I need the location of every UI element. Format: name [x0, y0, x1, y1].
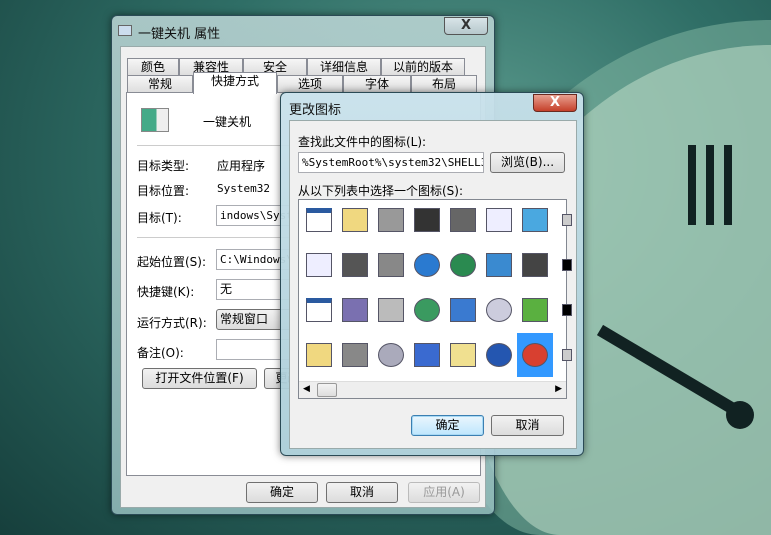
- close-button[interactable]: X: [444, 17, 488, 35]
- tab-details[interactable]: 详细信息: [307, 58, 381, 75]
- document-clock-icon[interactable]: [483, 203, 515, 237]
- target-location-label: 目标位置:: [137, 184, 190, 198]
- app-name: 一键关机: [203, 115, 252, 129]
- clock-small-icon[interactable]: [555, 293, 579, 327]
- tab-color[interactable]: 颜色: [127, 58, 179, 75]
- browse-button[interactable]: 浏览(B)...: [490, 152, 565, 173]
- network-icon[interactable]: [447, 293, 479, 327]
- internet-globe-icon[interactable]: [411, 248, 443, 282]
- globe-mouse-icon[interactable]: [411, 293, 443, 327]
- display-window-icon[interactable]: [519, 203, 551, 237]
- partial-icon[interactable]: [555, 203, 579, 237]
- folder-icon[interactable]: [339, 203, 371, 237]
- control-grid-icon[interactable]: [447, 338, 479, 372]
- tab-general[interactable]: 常规: [127, 75, 193, 92]
- partial-icon[interactable]: [555, 338, 579, 372]
- open-file-location-button[interactable]: 打开文件位置(F): [142, 368, 257, 389]
- tab-shortcut[interactable]: 快捷方式: [193, 72, 277, 94]
- memory-chip-icon[interactable]: [411, 203, 443, 237]
- dialog-ok-button[interactable]: 确定: [411, 415, 484, 436]
- change-icon-dialog: 更改图标 X 查找此文件中的图标(L): %SystemRoot%\system…: [280, 92, 584, 456]
- dialog-body: 查找此文件中的图标(L): %SystemRoot%\system32\SHEL…: [289, 120, 577, 449]
- scroll-left-arrow[interactable]: ◀: [303, 384, 310, 394]
- apply-button[interactable]: 应用(A): [408, 482, 480, 503]
- app-icon: [139, 103, 171, 137]
- cancel-button[interactable]: 取消: [326, 482, 398, 503]
- hotkey-label: 快捷键(K):: [137, 285, 195, 299]
- dialog-title: 更改图标: [289, 103, 342, 118]
- network-drive-icon[interactable]: [375, 248, 407, 282]
- flat-drive-icon[interactable]: [339, 338, 371, 372]
- ok-button[interactable]: 确定: [246, 482, 318, 503]
- run-label: 运行方式(R):: [137, 316, 207, 330]
- computer-icon[interactable]: [411, 338, 443, 372]
- window-title: 一键关机 属性: [138, 27, 221, 42]
- target-label: 目标(T):: [137, 211, 182, 225]
- help-icon[interactable]: [483, 338, 515, 372]
- tab-options[interactable]: 选项: [277, 75, 343, 92]
- tab-font[interactable]: 字体: [343, 75, 411, 92]
- drive-disconnected-icon[interactable]: [375, 293, 407, 327]
- icon-list[interactable]: [298, 199, 572, 399]
- tab-layout[interactable]: 布局: [411, 75, 477, 92]
- target-type-label: 目标类型:: [137, 159, 190, 173]
- control-panel-icon[interactable]: [483, 248, 515, 282]
- floppy-drive-icon[interactable]: [339, 248, 371, 282]
- folder-open-icon[interactable]: [303, 338, 335, 372]
- scroll-thumb[interactable]: [317, 383, 337, 397]
- text-document-icon[interactable]: [303, 248, 335, 282]
- dialog-cancel-button[interactable]: 取消: [491, 415, 564, 436]
- blank-window-icon[interactable]: [303, 293, 335, 327]
- floppy-save-drive-icon[interactable]: [339, 293, 371, 327]
- dialog-close-button[interactable]: X: [533, 94, 577, 112]
- scroll-right-arrow[interactable]: ▶: [555, 384, 562, 394]
- file-input[interactable]: %SystemRoot%\system32\SHELL32.dll: [298, 152, 484, 173]
- monitor-icon[interactable]: [519, 248, 551, 282]
- hard-drive-icon[interactable]: [375, 203, 407, 237]
- tab-previous-versions[interactable]: 以前的版本: [381, 58, 465, 75]
- comment-label: 备注(O):: [137, 346, 184, 360]
- horizontal-scrollbar[interactable]: ◀ ▶: [299, 381, 566, 398]
- usb-drive-arrow-icon[interactable]: [519, 293, 551, 327]
- list-label: 从以下列表中选择一个图标(S):: [298, 184, 464, 198]
- target-type-value: 应用程序: [217, 159, 266, 173]
- magnifier-icon[interactable]: [483, 293, 515, 327]
- cd-drive-icon[interactable]: [375, 338, 407, 372]
- target-location-value: System32: [217, 182, 270, 195]
- start-in-label: 起始位置(S):: [137, 255, 207, 269]
- printer-icon[interactable]: [447, 203, 479, 237]
- globe-computer-icon[interactable]: [447, 248, 479, 282]
- shortcut-arrow-icon[interactable]: [555, 248, 579, 282]
- shortcut-icon: [116, 22, 134, 38]
- application-window-icon[interactable]: [303, 203, 335, 237]
- file-label: 查找此文件中的图标(L):: [298, 135, 427, 149]
- power-icon[interactable]: [517, 333, 553, 377]
